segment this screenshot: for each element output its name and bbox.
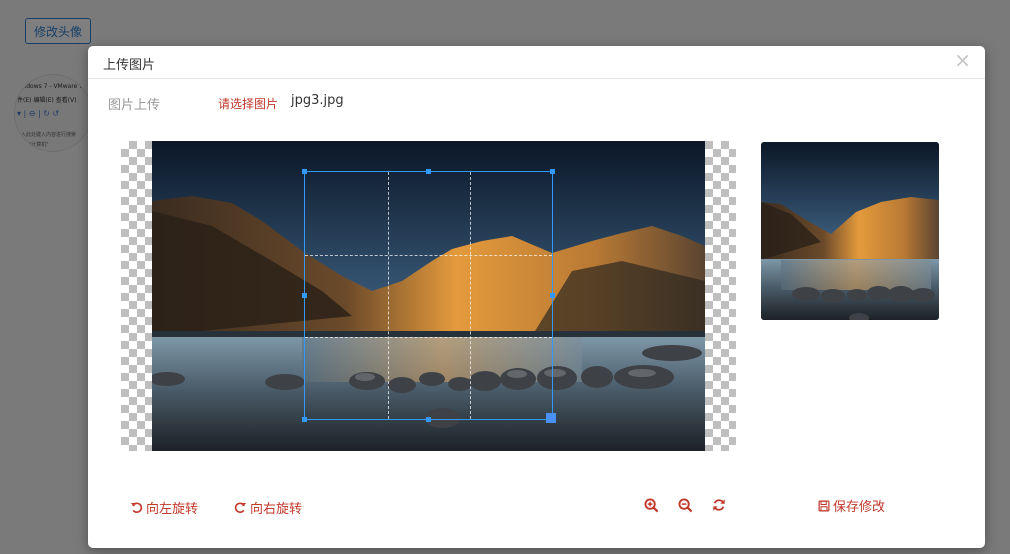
- crop-preview: [761, 142, 939, 320]
- modal-title: 上传图片: [103, 58, 156, 73]
- rotate-right-button[interactable]: 向右旋转: [234, 498, 302, 517]
- rotate-left-button[interactable]: 向左旋转: [130, 498, 198, 517]
- resize-handle[interactable]: [302, 293, 307, 298]
- modal-header: 上传图片 ×: [88, 46, 985, 79]
- save-icon: [818, 500, 830, 511]
- close-icon[interactable]: ×: [954, 50, 971, 70]
- upload-image-modal: 上传图片 × 图片上传 请选择图片 jpg3.jpg 向左旋转 向右旋转 保存修…: [88, 46, 985, 548]
- resize-handle[interactable]: [550, 293, 555, 298]
- cropper-canvas[interactable]: [121, 141, 736, 451]
- crop-guide-line: [305, 255, 552, 256]
- crop-guide-line: [470, 172, 471, 419]
- upload-label: 图片上传: [108, 98, 161, 113]
- crop-selection-box[interactable]: [302, 169, 556, 423]
- save-label: 保存修改: [833, 500, 886, 515]
- resize-handle[interactable]: [302, 169, 307, 174]
- zoom-in-icon: [644, 498, 659, 513]
- rotate-left-icon: [130, 502, 143, 513]
- rotate-right-label: 向右旋转: [250, 502, 303, 517]
- zoom-out-icon: [678, 498, 693, 513]
- refresh-icon: [713, 499, 725, 511]
- rotate-left-label: 向左旋转: [146, 502, 199, 517]
- preview-image: [761, 142, 939, 320]
- resize-handle[interactable]: [426, 417, 431, 422]
- zoom-out-button[interactable]: [678, 498, 693, 513]
- resize-handle-corner[interactable]: [546, 413, 556, 423]
- crop-guide-line: [305, 337, 552, 338]
- choose-image-button[interactable]: 请选择图片: [218, 95, 278, 112]
- file-name: jpg3.jpg: [291, 93, 344, 108]
- resize-handle[interactable]: [550, 169, 555, 174]
- resize-handle[interactable]: [302, 417, 307, 422]
- zoom-in-button[interactable]: [644, 498, 659, 513]
- reset-button[interactable]: [712, 498, 726, 512]
- resize-handle[interactable]: [426, 169, 431, 174]
- save-button[interactable]: 保存修改: [818, 496, 885, 515]
- crop-guide-line: [388, 172, 389, 419]
- rotate-right-icon: [234, 502, 247, 513]
